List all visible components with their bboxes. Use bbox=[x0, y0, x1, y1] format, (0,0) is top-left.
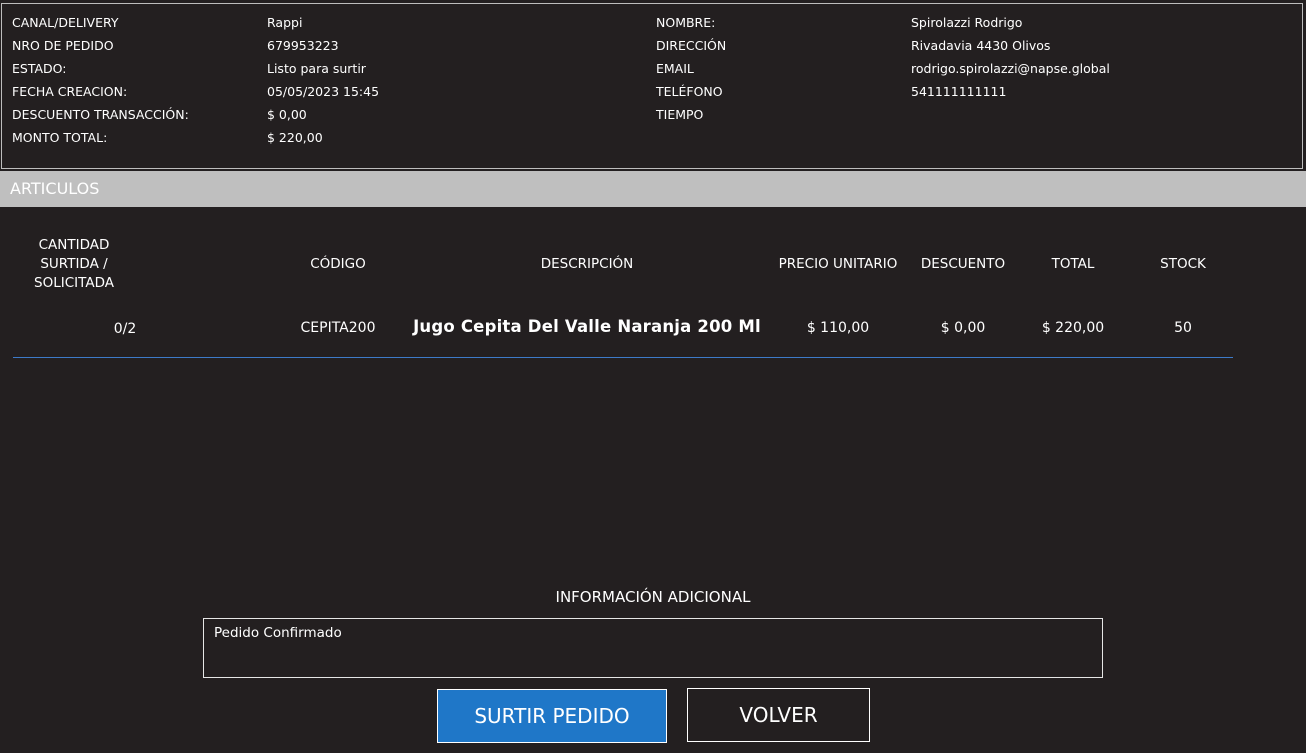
total-amount-label: MONTO TOTAL: bbox=[12, 130, 108, 145]
address-label: DIRECCIÓN bbox=[656, 38, 727, 53]
channel-value: Rappi bbox=[267, 15, 303, 30]
channel-label: CANAL/DELIVERY bbox=[12, 15, 119, 30]
creation-date-value: 05/05/2023 15:45 bbox=[267, 84, 380, 99]
cell-quantity: 0/2 bbox=[113, 321, 137, 337]
time-label: TIEMPO bbox=[656, 107, 704, 122]
additional-info-title: INFORMACIÓN ADICIONAL bbox=[555, 588, 751, 606]
articles-section-title: ARTICULOS bbox=[10, 179, 100, 198]
column-header-discount: DESCUENTO bbox=[920, 256, 1006, 272]
email-label: EMAIL bbox=[656, 61, 694, 76]
additional-info-textarea[interactable]: Pedido Confirmado bbox=[203, 618, 1103, 678]
articles-section-header: ARTICULOS bbox=[0, 171, 1306, 207]
cell-discount: $ 0,00 bbox=[940, 320, 986, 336]
creation-date-label: FECHA CREACION: bbox=[12, 84, 128, 99]
cell-stock: 50 bbox=[1174, 320, 1192, 336]
column-header-unit-price: PRECIO UNITARIO bbox=[778, 256, 898, 272]
column-header-description: DESCRIPCIÓN bbox=[540, 256, 634, 272]
transaction-discount-label: DESCUENTO TRANSACCIÓN: bbox=[12, 107, 189, 122]
column-header-stock: STOCK bbox=[1160, 256, 1206, 272]
row-divider bbox=[13, 357, 1233, 358]
column-header-code: CÓDIGO bbox=[310, 256, 366, 272]
phone-label: TELÉFONO bbox=[656, 84, 723, 99]
cell-unit-price: $ 110,00 bbox=[806, 320, 870, 336]
status-label: ESTADO: bbox=[12, 61, 67, 76]
total-amount-value: $ 220,00 bbox=[267, 130, 323, 145]
phone-value: 541111111111 bbox=[911, 84, 1007, 99]
column-header-total: TOTAL bbox=[1051, 256, 1095, 272]
order-number-value: 679953223 bbox=[267, 38, 339, 53]
address-value: Rivadavia 4430 Olivos bbox=[911, 38, 1051, 53]
cell-code: CEPITA200 bbox=[300, 320, 376, 336]
fulfill-order-button[interactable]: SURTIR PEDIDO bbox=[437, 689, 667, 743]
column-header-quantity: CANTIDAD SURTIDA / SOLICITADA bbox=[34, 237, 114, 291]
email-value: rodrigo.spirolazzi@napse.global bbox=[911, 61, 1110, 76]
cell-description: Jugo Cepita Del Valle Naranja 200 Ml bbox=[413, 317, 761, 336]
order-info-panel: CANAL/DELIVERY Rappi NRO DE PEDIDO 67995… bbox=[1, 3, 1303, 169]
customer-name-value: Spirolazzi Rodrigo bbox=[911, 15, 1023, 30]
customer-name-label: NOMBRE: bbox=[656, 15, 716, 30]
status-value: Listo para surtir bbox=[267, 61, 366, 76]
back-button[interactable]: VOLVER bbox=[687, 688, 870, 742]
order-number-label: NRO DE PEDIDO bbox=[12, 38, 114, 53]
transaction-discount-value: $ 0,00 bbox=[267, 107, 307, 122]
cell-total: $ 220,00 bbox=[1041, 320, 1105, 336]
